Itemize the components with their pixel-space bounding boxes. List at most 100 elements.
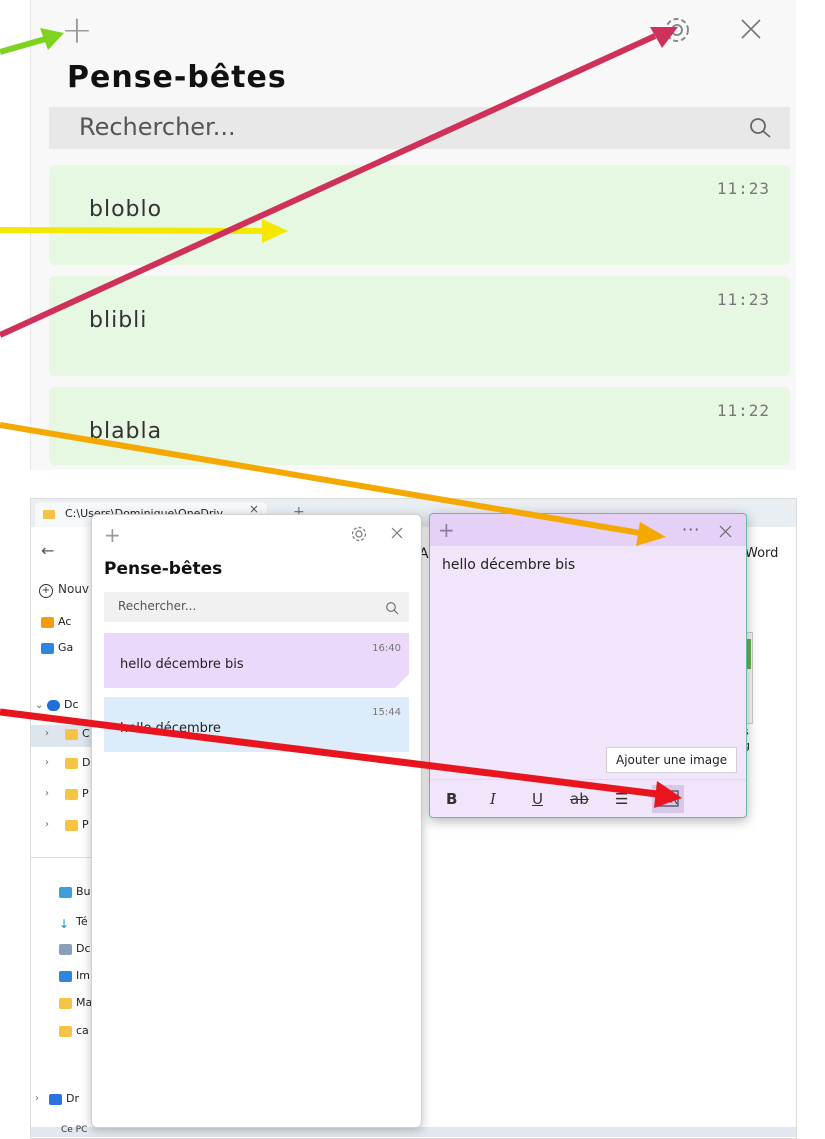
chevron-right-icon[interactable]: › <box>45 728 49 739</box>
nav-label: Ga <box>58 641 74 654</box>
underline-button[interactable]: U <box>532 790 543 808</box>
nav-label: C <box>82 727 90 740</box>
note-editor-window: + ··· hello décembre bis Ajouter une ima… <box>429 513 747 818</box>
settings-gear-icon[interactable] <box>661 14 693 46</box>
nav-item-gallery[interactable]: Ga <box>41 641 73 659</box>
note-text: blibli <box>89 308 148 333</box>
nav-label: Ma <box>76 996 93 1009</box>
page-fold-icon <box>395 674 409 688</box>
image-icon <box>59 970 72 982</box>
nav-item-folder[interactable]: ca <box>59 1024 89 1042</box>
nav-item-folder[interactable]: P <box>65 818 89 836</box>
search-input[interactable]: Rechercher... <box>118 599 196 613</box>
note-card[interactable]: 11:23 blibli <box>49 276 790 376</box>
nav-item-images[interactable]: Im <box>59 969 90 987</box>
new-label: Nouv <box>58 582 90 596</box>
cloud-icon <box>47 699 60 711</box>
new-button[interactable]: + Nouv <box>39 582 89 598</box>
settings-gear-icon[interactable] <box>350 525 368 543</box>
note-time: 11:23 <box>716 179 770 198</box>
nav-item-folder[interactable]: P <box>65 787 89 805</box>
chevron-down-icon[interactable]: ⌄ <box>35 700 43 711</box>
nav-item-desktop[interactable]: Bu <box>59 885 91 903</box>
note-card[interactable]: 11:22 blabla <box>49 387 790 465</box>
search-icon[interactable] <box>385 600 399 615</box>
close-icon[interactable] <box>389 525 405 541</box>
nav-label: Ac <box>58 615 72 628</box>
taskbar-strip: Ce PC <box>31 1125 796 1137</box>
note-card[interactable]: 16:40 hello décembre bis <box>104 633 409 688</box>
chevron-right-icon[interactable]: › <box>45 788 49 799</box>
strikethrough-button[interactable]: ab <box>570 790 589 808</box>
note-text: hello décembre bis <box>120 657 244 672</box>
add-note-button[interactable]: + <box>104 523 121 547</box>
search-icon[interactable] <box>748 116 772 140</box>
document-icon <box>59 943 72 955</box>
music-folder-icon <box>59 997 72 1009</box>
chevron-right-icon[interactable]: › <box>45 757 49 768</box>
note-card[interactable]: 11:23 bloblo <box>49 165 790 265</box>
nav-label: D <box>82 756 91 769</box>
add-note-button[interactable]: + <box>438 518 455 542</box>
note-time: 11:22 <box>716 401 770 420</box>
download-icon: ↓ <box>59 916 70 931</box>
folder-icon <box>65 788 78 800</box>
note-time: 16:40 <box>372 643 401 654</box>
close-icon[interactable] <box>719 523 732 538</box>
note-card[interactable]: 15:44 hello décembre <box>104 697 409 752</box>
nav-label: Dc <box>76 942 91 955</box>
home-icon <box>41 616 54 628</box>
nav-label: ca <box>76 1024 89 1037</box>
format-toolbar: B I U ab ☰ <box>430 779 746 818</box>
dropbox-icon <box>49 1093 62 1105</box>
add-note-button[interactable]: + <box>61 10 93 50</box>
note-text: bloblo <box>89 197 163 222</box>
note-time: 11:23 <box>716 290 770 309</box>
nav-item-folder[interactable]: D <box>65 756 90 774</box>
note-header: + ··· <box>430 514 746 546</box>
bullet-list-button[interactable]: ☰ <box>615 790 628 808</box>
nav-item-dropbox[interactable]: Dr <box>49 1092 79 1110</box>
note-body-text[interactable]: hello décembre bis <box>442 557 575 573</box>
nav-label: Dr <box>66 1092 79 1105</box>
nav-item-this-pc[interactable]: Ce PC <box>61 1125 87 1135</box>
more-options-icon[interactable]: ··· <box>682 520 700 539</box>
nav-label: Bu <box>76 885 91 898</box>
chevron-right-icon[interactable]: › <box>35 1093 39 1104</box>
nav-label: Im <box>76 969 90 982</box>
nav-label: Dc <box>64 698 79 711</box>
search-input[interactable]: Rechercher... <box>79 113 236 141</box>
add-image-button[interactable] <box>652 785 684 813</box>
search-bar[interactable]: Rechercher... <box>49 107 790 149</box>
nav-item-downloads[interactable]: ↓ Té <box>59 915 88 933</box>
sticky-notes-panel-large: + Pense-bêtes Rechercher... 11:23 bloblo… <box>30 0 796 470</box>
nav-item-folder[interactable]: C <box>65 727 90 745</box>
chevron-right-icon[interactable]: › <box>45 819 49 830</box>
folder-icon <box>65 728 78 740</box>
folder-icon <box>65 819 78 831</box>
plus-circle-icon: + <box>39 584 53 598</box>
back-arrow-icon[interactable]: ← <box>41 541 54 560</box>
nav-label: Té <box>76 915 88 928</box>
search-bar[interactable]: Rechercher... <box>104 592 409 622</box>
nav-item-home[interactable]: Ac <box>41 615 71 633</box>
page-title: Pense-bêtes <box>67 60 287 95</box>
sticky-notes-panel-small: + Pense-bêtes Rechercher... 16:40 hello … <box>91 514 422 1128</box>
nav-item-onedrive[interactable]: Dc <box>47 698 79 716</box>
bold-button[interactable]: B <box>446 790 457 808</box>
note-text: hello décembre <box>120 721 221 736</box>
folder-icon <box>43 509 55 519</box>
nav-label: P <box>82 818 89 831</box>
note-text: blabla <box>89 419 163 444</box>
italic-button[interactable]: I <box>490 790 496 808</box>
nav-label: P <box>82 787 89 800</box>
nav-divider <box>31 857 93 858</box>
desktop-icon <box>59 886 72 898</box>
nav-item-documents[interactable]: Dc <box>59 942 91 960</box>
close-icon[interactable] <box>736 14 766 44</box>
image-icon <box>657 790 679 807</box>
nav-item-music[interactable]: Ma <box>59 996 92 1014</box>
gallery-icon <box>41 642 54 654</box>
folder-icon <box>59 1025 72 1037</box>
folder-icon <box>65 757 78 769</box>
